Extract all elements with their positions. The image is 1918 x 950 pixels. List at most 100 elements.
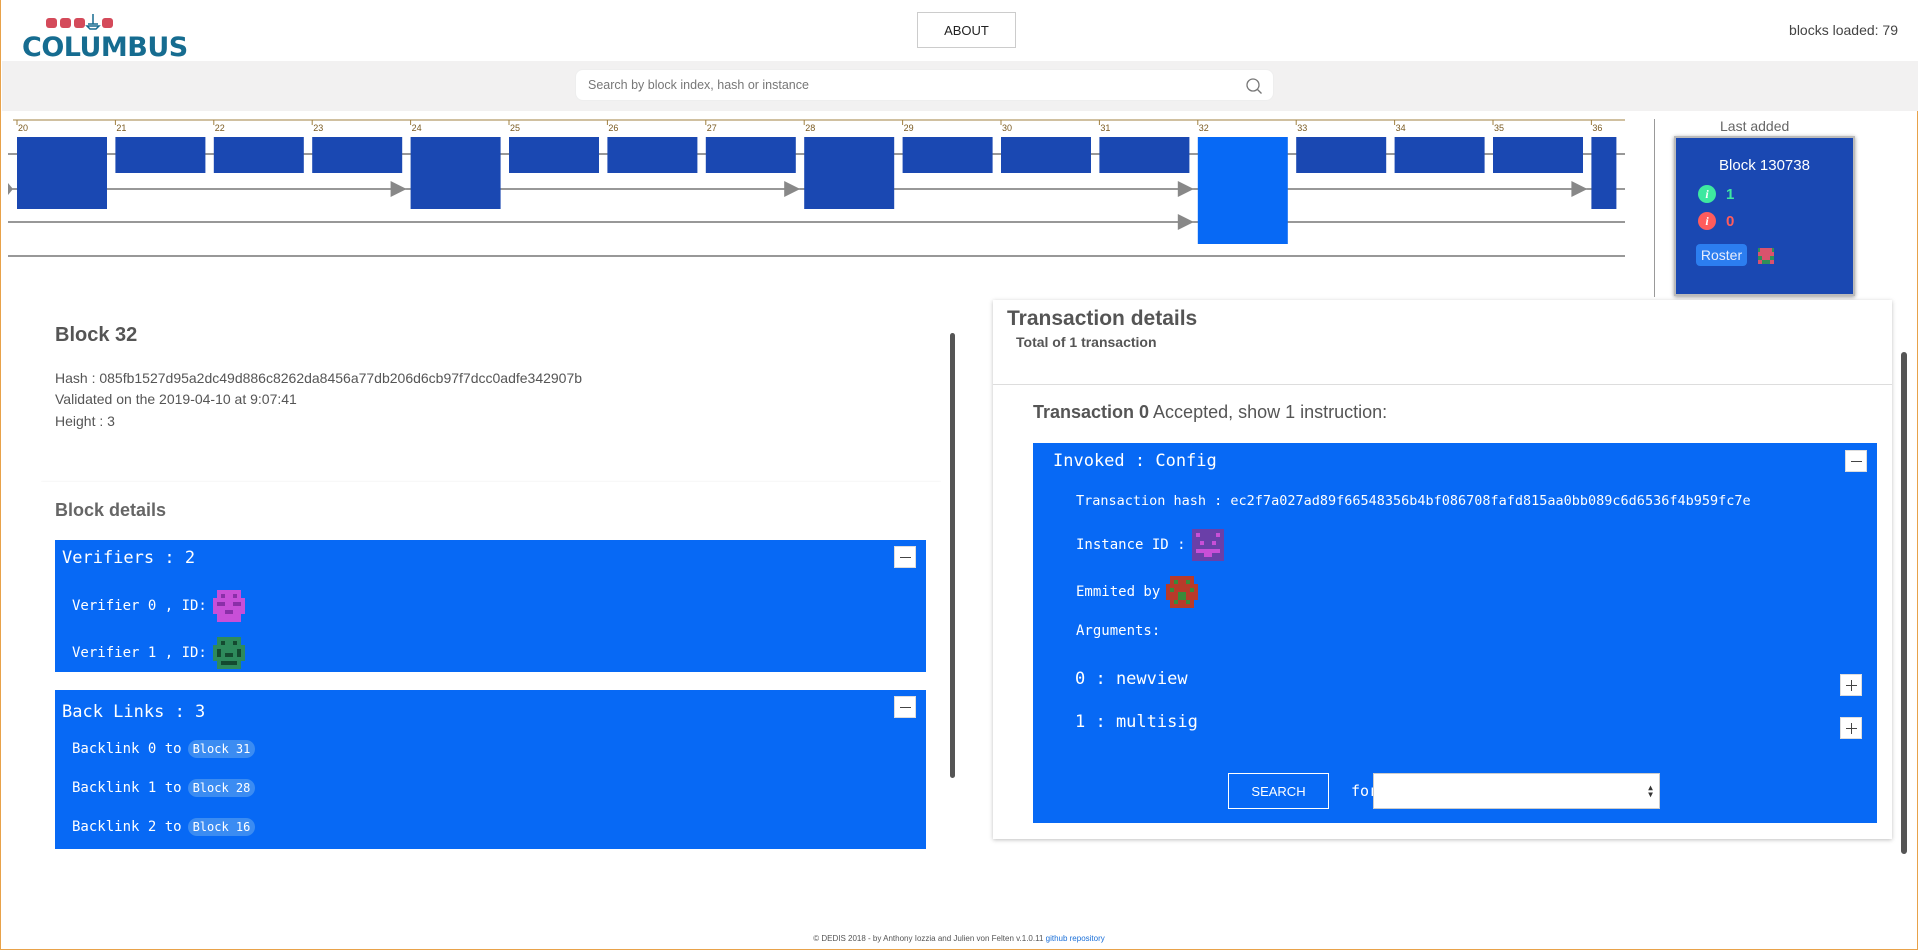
chain-arrow-icon [784, 181, 801, 197]
timeline-block-27 [705, 137, 796, 173]
block-validated: Validated on the 2019-04-10 at 9:07:41 [55, 391, 297, 407]
left-scrollbar[interactable] [950, 333, 955, 778]
arguments-label: Arguments: [1076, 623, 1161, 639]
timeline-block-35 [1493, 137, 1583, 173]
tick-label: 20 [18, 123, 28, 133]
collapse-backlinks-button[interactable] [894, 696, 916, 718]
transaction-header[interactable]: Transaction 0 Accepted, show 1 instructi… [1033, 402, 1387, 423]
timeline-block-21 [115, 137, 206, 173]
backlinks-title: Back Links : 3 [62, 702, 206, 722]
verifier-0-row: Verifier 0 , ID: [72, 590, 245, 622]
last-added-label: Last added [1720, 118, 1790, 134]
backlink-0-chip[interactable]: Block 31 [187, 740, 256, 758]
search-button[interactable]: SEARCH [1228, 773, 1329, 809]
collapse-instruction-button[interactable] [1845, 450, 1867, 472]
transaction-status: Accepted, show 1 instruction: [1149, 402, 1388, 422]
expand-argument-1-button[interactable] [1840, 717, 1862, 739]
verifier-1-row: Verifier 1 , ID: [72, 637, 245, 669]
header: COLUMBUS ABOUT blocks loaded: 79 [2, 0, 1918, 63]
blocks-loaded-status: blocks loaded: 79 [1789, 22, 1898, 38]
tick-label: 21 [116, 123, 126, 133]
columbus-logo[interactable]: COLUMBUS [12, 6, 188, 63]
backlink-0-row: Backlink 0 to Block 31 [72, 740, 256, 758]
blockchain-timeline[interactable]: 20 21 22 23 24 25 26 27 28 29 30 31 32 33 34 35 36 [8, 113, 1625, 263]
logo-ship-icon [46, 14, 113, 30]
tick-label: 30 [1002, 123, 1012, 133]
instruction-box: Invoked : Config Transaction hash : ec2f… [1033, 443, 1877, 823]
tick-label: 24 [412, 123, 422, 133]
github-link[interactable]: github repository [1046, 934, 1105, 943]
timeline-block-29 [902, 137, 993, 173]
roster-identicon-icon [1758, 248, 1774, 264]
timeline-block-30 [1001, 137, 1091, 173]
about-button[interactable]: ABOUT [917, 12, 1016, 48]
block-height: Height : 3 [55, 413, 115, 429]
backlink-2-label: Backlink 2 to [72, 819, 182, 835]
verifier-1-label: Verifier 1 , ID: [72, 645, 207, 661]
footer-text: © DEDIS 2018 - by Anthony Iozzia and Jul… [813, 934, 1046, 943]
search-input[interactable] [575, 69, 1274, 101]
instance-identicon-icon [1191, 529, 1224, 561]
backlink-2-chip[interactable]: Block 16 [187, 818, 256, 836]
tick-label: 26 [608, 123, 618, 133]
app-frame: COLUMBUS ABOUT blocks loaded: 79 20 21 22 2… [0, 0, 1918, 950]
last-block-title: Block 130738 [1719, 157, 1810, 174]
tick-label: 23 [313, 123, 323, 133]
timeline-block-31 [1099, 137, 1190, 173]
tx-hash: Transaction hash : ec2f7a027ad89f6654835… [1076, 493, 1751, 509]
backlink-2-row: Backlink 2 to Block 16 [72, 818, 256, 836]
backlink-1-row: Backlink 1 to Block 28 [72, 779, 256, 797]
timeline-divider [1654, 119, 1655, 297]
expand-argument-0-button[interactable] [1840, 674, 1862, 696]
collapse-verifiers-button[interactable] [894, 546, 916, 568]
logo-text: COLUMBUS [22, 32, 188, 63]
accepted-row: i 1 [1698, 185, 1734, 203]
tick-label: 27 [707, 123, 717, 133]
argument-0[interactable]: 0 : newview [1075, 669, 1188, 689]
timeline-block-34 [1394, 137, 1485, 173]
backlink-1-label: Backlink 1 to [72, 780, 182, 796]
select-arrows-icon: ▲ ▼ [1648, 783, 1653, 799]
instance-id-row: Instance ID : [1076, 529, 1224, 561]
instance-id-label: Instance ID : [1076, 537, 1186, 553]
backlinks-box: Back Links : 3 Backlink 0 to Block 31 Ba… [55, 690, 926, 849]
search-select[interactable]: ▲ ▼ [1373, 773, 1660, 809]
tick-label: 33 [1297, 123, 1307, 133]
emitter-identicon-icon [1166, 576, 1199, 608]
chain-arrow-icon [1177, 214, 1194, 230]
timeline-canvas[interactable]: 20 21 22 23 24 25 26 27 28 29 30 31 32 33 34 35 36 [8, 113, 1625, 263]
tick-label: 29 [904, 123, 914, 133]
verifier-0-identicon-icon [212, 590, 245, 622]
block-info-card: Block 32 Hash : 085fb1527d95a2dc49d886c8… [41, 302, 941, 482]
chain-arrow-icon [390, 181, 407, 197]
timeline-block-36 [1591, 137, 1617, 209]
chain-arrow-icon [8, 183, 13, 195]
backlink-1-chip[interactable]: Block 28 [187, 779, 256, 797]
block-details-title: Block details [55, 500, 167, 520]
verifiers-title: Verifiers : 2 [62, 548, 196, 568]
tick-label: 34 [1396, 123, 1406, 133]
verifier-1-identicon-icon [212, 637, 245, 669]
search-icon[interactable] [1245, 77, 1263, 95]
last-added-block-card[interactable]: Block 130738 i 1 i 0 Roster [1674, 136, 1855, 296]
tick-label: 36 [1592, 123, 1602, 133]
argument-1[interactable]: 1 : multisig [1075, 712, 1198, 732]
emitted-by-label: Emmited by [1076, 584, 1161, 600]
tick-label: 22 [215, 123, 225, 133]
tick-label: 35 [1494, 123, 1504, 133]
rejected-count: 0 [1726, 212, 1735, 230]
block-title: Block 32 [55, 324, 138, 346]
block-hash: Hash : 085fb1527d95a2dc49d886c8262da8456… [55, 370, 583, 386]
transaction-label: Transaction 0 [1033, 402, 1150, 422]
timeline-block-23 [312, 137, 403, 173]
timeline-block-33 [1296, 137, 1387, 173]
backlink-0-label: Backlink 0 to [72, 741, 182, 757]
roster-button[interactable]: Roster [1696, 244, 1747, 266]
chain-arrow-icon [1177, 181, 1194, 197]
right-scrollbar[interactable] [1901, 352, 1907, 854]
info-red-icon: i [1698, 212, 1716, 230]
tx-total: Total of 1 transaction [1016, 334, 1157, 350]
block-panel: Block 32 Hash : 085fb1527d95a2dc49d886c8… [41, 302, 941, 849]
block-details-card: Block details Verifiers : 2 Verifier 0 ,… [41, 482, 941, 849]
rejected-row: i 0 [1698, 212, 1734, 230]
